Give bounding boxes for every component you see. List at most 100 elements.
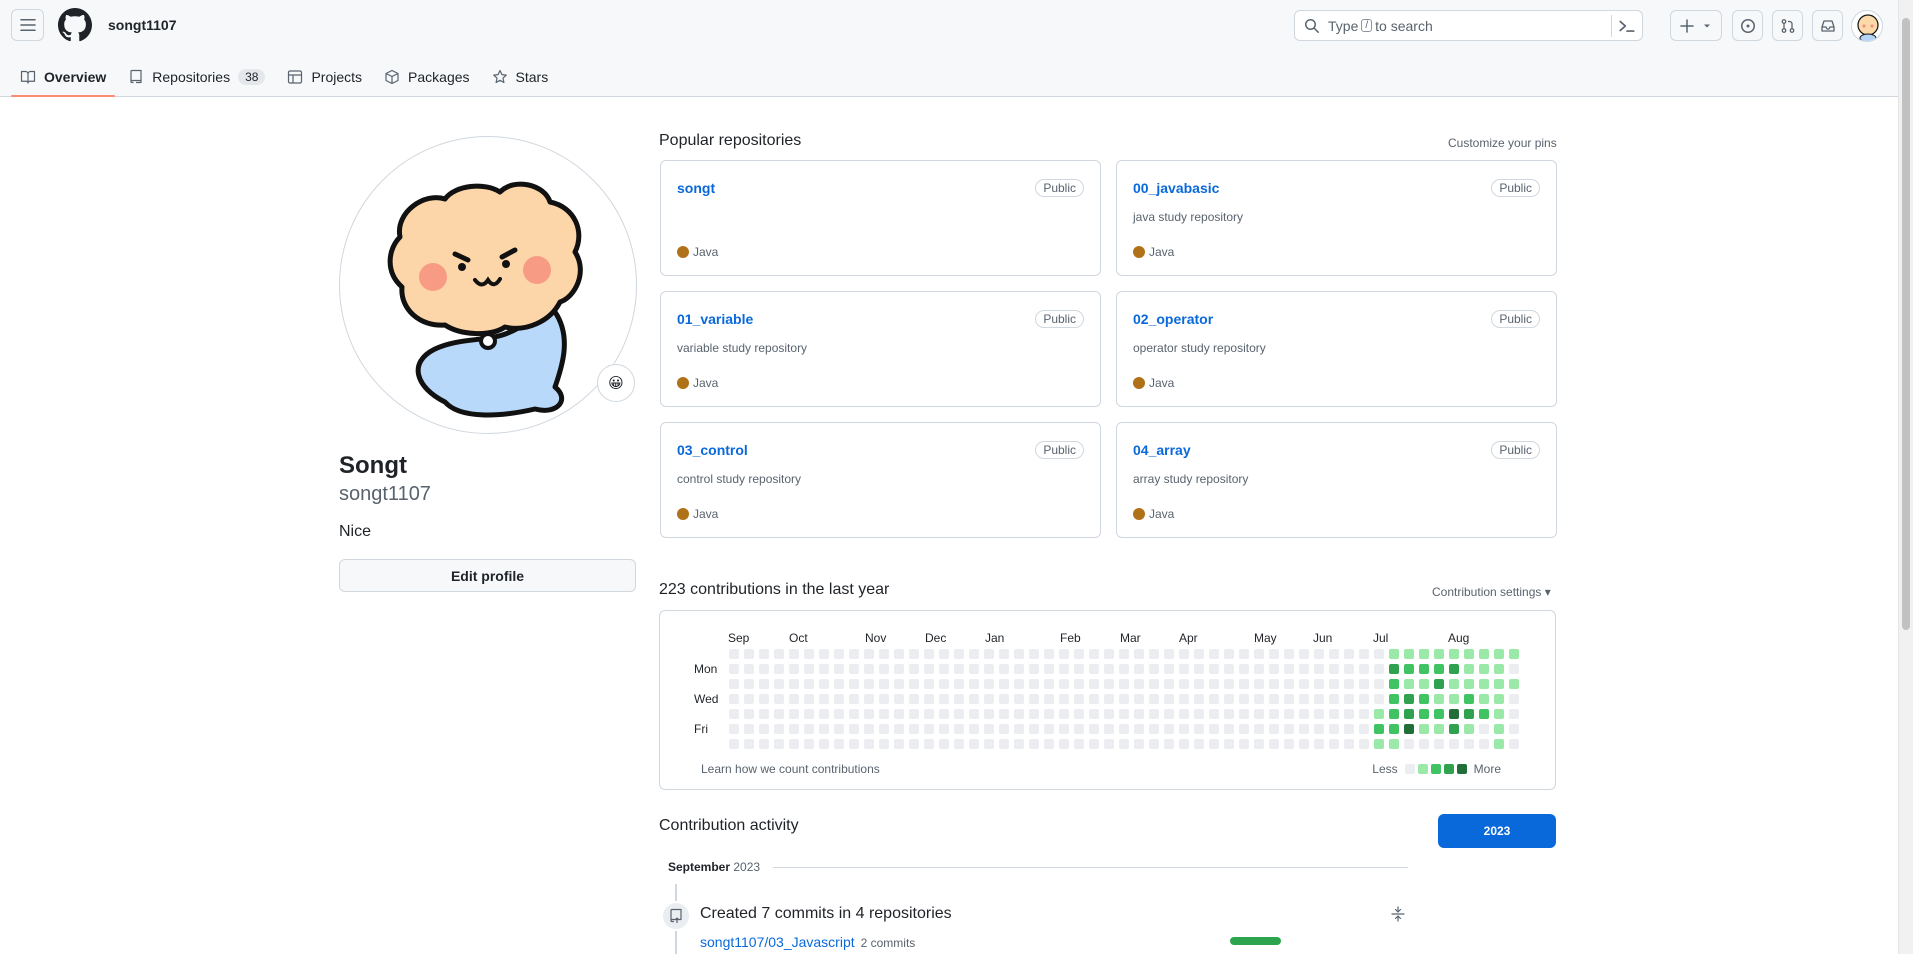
contribution-day[interactable] <box>1434 694 1444 704</box>
contribution-day[interactable] <box>894 739 904 749</box>
contribution-day[interactable] <box>834 709 844 719</box>
contribution-day[interactable] <box>834 739 844 749</box>
contribution-day[interactable] <box>1344 679 1354 689</box>
contribution-day[interactable] <box>1479 739 1489 749</box>
contribution-day[interactable] <box>849 679 859 689</box>
contribution-day[interactable] <box>1044 694 1054 704</box>
contribution-day[interactable] <box>744 649 754 659</box>
contribution-day[interactable] <box>894 664 904 674</box>
contribution-day[interactable] <box>1134 739 1144 749</box>
contribution-day[interactable] <box>1269 724 1279 734</box>
contribution-day[interactable] <box>1209 724 1219 734</box>
github-logo-icon[interactable] <box>58 8 92 42</box>
contribution-settings-dropdown[interactable]: Contribution settings ▾ <box>1432 585 1551 599</box>
contribution-day[interactable] <box>879 664 889 674</box>
contribution-day[interactable] <box>1239 664 1249 674</box>
contribution-day[interactable] <box>1299 739 1309 749</box>
contribution-day[interactable] <box>789 694 799 704</box>
command-palette-icon[interactable] <box>1618 17 1636 35</box>
contribution-day[interactable] <box>759 649 769 659</box>
contribution-day[interactable] <box>909 649 919 659</box>
contribution-day[interactable] <box>819 679 829 689</box>
contribution-day[interactable] <box>1359 739 1369 749</box>
contribution-day[interactable] <box>1194 724 1204 734</box>
contribution-day[interactable] <box>984 724 994 734</box>
contribution-day[interactable] <box>1239 679 1249 689</box>
contribution-day[interactable] <box>1389 679 1399 689</box>
contribution-day[interactable] <box>1344 649 1354 659</box>
contribution-day[interactable] <box>1464 664 1474 674</box>
contribution-day[interactable] <box>939 739 949 749</box>
contribution-day[interactable] <box>879 724 889 734</box>
contribution-day[interactable] <box>1329 739 1339 749</box>
contribution-day[interactable] <box>1164 649 1174 659</box>
contribution-day[interactable] <box>954 709 964 719</box>
contribution-day[interactable] <box>1119 649 1129 659</box>
contribution-day[interactable] <box>1179 709 1189 719</box>
contribution-day[interactable] <box>924 679 934 689</box>
contribution-day[interactable] <box>864 664 874 674</box>
contribution-day[interactable] <box>924 649 934 659</box>
contribution-day[interactable] <box>939 649 949 659</box>
inbox-button[interactable] <box>1812 10 1843 41</box>
contribution-day[interactable] <box>1449 664 1459 674</box>
contribution-day[interactable] <box>954 679 964 689</box>
contribution-day[interactable] <box>1149 709 1159 719</box>
contribution-day[interactable] <box>1329 664 1339 674</box>
contribution-day[interactable] <box>1449 724 1459 734</box>
contribution-day[interactable] <box>999 694 1009 704</box>
contribution-day[interactable] <box>1374 664 1384 674</box>
contribution-day[interactable] <box>1254 694 1264 704</box>
contribution-day[interactable] <box>1254 649 1264 659</box>
contribution-day[interactable] <box>1194 739 1204 749</box>
contribution-day[interactable] <box>1464 679 1474 689</box>
contribution-day[interactable] <box>1494 709 1504 719</box>
contribution-day[interactable] <box>1014 679 1024 689</box>
contribution-day[interactable] <box>804 694 814 704</box>
tab-repositories[interactable]: Repositories 38 <box>119 58 274 96</box>
contribution-day[interactable] <box>1299 694 1309 704</box>
contribution-day[interactable] <box>1299 709 1309 719</box>
contribution-day[interactable] <box>1089 694 1099 704</box>
contribution-day[interactable] <box>1059 724 1069 734</box>
contribution-day[interactable] <box>789 709 799 719</box>
contribution-day[interactable] <box>1389 724 1399 734</box>
scrollbar-thumb[interactable] <box>1902 18 1910 630</box>
contribution-day[interactable] <box>1029 694 1039 704</box>
tab-overview[interactable]: Overview <box>11 58 116 97</box>
contribution-day[interactable] <box>984 739 994 749</box>
contribution-day[interactable] <box>1404 664 1414 674</box>
contribution-day[interactable] <box>1284 679 1294 689</box>
contribution-day[interactable] <box>1224 724 1234 734</box>
contribution-day[interactable] <box>804 709 814 719</box>
contribution-day[interactable] <box>924 709 934 719</box>
contribution-day[interactable] <box>1239 709 1249 719</box>
contribution-day[interactable] <box>789 664 799 674</box>
contribution-day[interactable] <box>1419 709 1429 719</box>
contribution-day[interactable] <box>999 739 1009 749</box>
edit-profile-button[interactable]: Edit profile <box>339 559 636 592</box>
contribution-day[interactable] <box>1359 679 1369 689</box>
contribution-day[interactable] <box>1164 679 1174 689</box>
contribution-day[interactable] <box>864 709 874 719</box>
contribution-day[interactable] <box>954 724 964 734</box>
contribution-day[interactable] <box>939 694 949 704</box>
contribution-day[interactable] <box>1029 664 1039 674</box>
contribution-day[interactable] <box>1329 724 1339 734</box>
contribution-day[interactable] <box>774 664 784 674</box>
contribution-day[interactable] <box>1509 694 1519 704</box>
contribution-day[interactable] <box>1434 709 1444 719</box>
issues-button[interactable] <box>1732 10 1763 41</box>
contribution-day[interactable] <box>1149 664 1159 674</box>
contribution-day[interactable] <box>1374 679 1384 689</box>
year-2023-button[interactable]: 2023 <box>1438 814 1556 848</box>
contribution-day[interactable] <box>1179 649 1189 659</box>
contribution-day[interactable] <box>1029 649 1039 659</box>
contribution-day[interactable] <box>1299 649 1309 659</box>
contribution-day[interactable] <box>879 694 889 704</box>
contribution-day[interactable] <box>1074 664 1084 674</box>
contribution-day[interactable] <box>1314 664 1324 674</box>
customize-pins-link[interactable]: Customize your pins <box>1448 136 1557 150</box>
contribution-day[interactable] <box>864 649 874 659</box>
contribution-day[interactable] <box>1224 694 1234 704</box>
